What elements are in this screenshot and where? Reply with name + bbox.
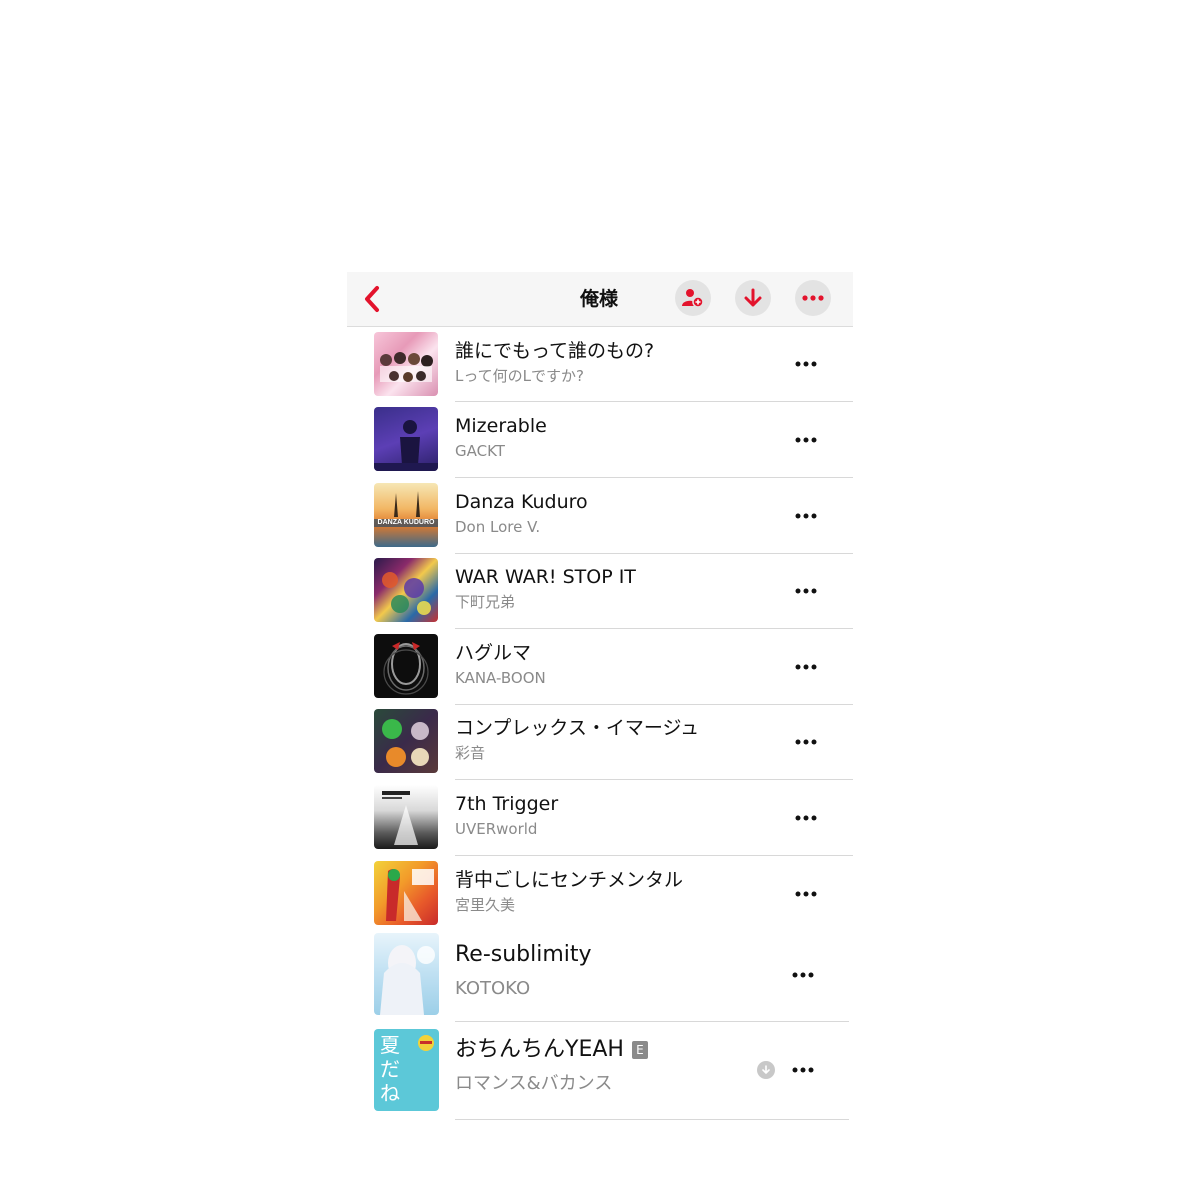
album-artwork [374,558,438,622]
album-artwork: 夏だね [374,1029,439,1111]
album-artwork [374,332,438,396]
song-more-button[interactable] [791,506,821,526]
more-icon [795,588,817,594]
album-artwork [374,785,438,849]
song-title: 誰にでもって誰のもの? [455,340,655,362]
artwork-caption: DANZA KUDURO [377,519,435,526]
download-icon [744,288,762,307]
add-person-icon [682,289,704,308]
back-button[interactable] [357,282,387,316]
more-icon [795,437,817,443]
song-artist: GACKT [455,442,505,460]
song-title-text: おちんちんYEAH [455,1037,624,1062]
song-more-button[interactable] [791,884,821,904]
more-icon [795,361,817,367]
song-artist: KOTOKO [455,978,531,999]
song-more-button[interactable] [791,808,821,828]
album-artwork [374,634,438,698]
more-icon [802,295,824,301]
song-artist: 下町兄弟 [455,593,516,611]
song-title: Re-sublimity [455,942,592,967]
song-artist: 宮里久美 [455,896,516,914]
song-title: ハグルマ [455,642,532,664]
more-options-button[interactable] [795,280,831,316]
song-title: Mizerable [455,415,547,437]
more-icon [795,513,817,519]
album-artwork [374,933,439,1015]
more-icon [795,739,817,745]
song-artist: Lって何のLですか? [455,367,584,385]
download-button[interactable] [735,280,771,316]
song-artist: KANA-BOON [455,669,546,687]
navigation-bar: 俺様 [347,272,853,327]
song-row[interactable]: WAR WAR! STOP IT 下町兄弟 [347,553,853,629]
song-title: おちんちんYEAH E [455,1036,775,1064]
song-row[interactable]: 誰にでもって誰のもの? Lって何のLですか? [347,327,853,402]
song-more-button[interactable] [791,732,821,752]
song-artist: 彩音 [455,744,486,762]
song-row[interactable]: Re-sublimity KOTOKO [347,931,853,1022]
artwork-caption: 夏だね [380,1033,400,1105]
song-artist: Don Lore V. [455,518,541,536]
album-artwork [374,407,438,471]
song-more-button[interactable] [791,581,821,601]
explicit-badge: E [631,1041,648,1059]
row-divider [455,1119,849,1120]
song-title: Danza Kuduro [455,491,588,513]
song-title: 背中ごしにセンチメンタル [455,869,684,891]
song-title: コンプレックス・イマージュ [455,717,700,739]
more-icon [795,815,817,821]
song-more-button[interactable] [788,965,818,985]
more-icon [792,1067,814,1073]
song-artist: ロマンス&バカンス [455,1073,613,1094]
song-more-button[interactable] [791,430,821,450]
album-artwork [374,861,438,925]
song-row[interactable]: ハグルマ KANA-BOON [347,629,853,705]
music-playlist-screen: 俺様 誰にでもって誰のもの? Lって何のLですか? Mizerable GACK… [347,272,853,1132]
song-more-button[interactable] [788,1060,818,1080]
more-icon [795,664,817,670]
album-artwork: DANZA KUDURO [374,483,438,547]
song-more-button[interactable] [791,657,821,677]
song-row[interactable]: DANZA KUDURO Danza Kuduro Don Lore V. [347,478,853,554]
song-row[interactable]: Mizerable GACKT [347,402,853,478]
song-row[interactable]: 夏だね おちんちんYEAH E ロマンス&バカンス [347,1022,853,1120]
more-icon [792,972,814,978]
album-artwork [374,709,438,773]
song-row[interactable]: 7th Trigger UVERworld [347,780,853,856]
more-icon [795,891,817,897]
playlist-title: 俺様 [579,288,618,310]
song-row[interactable]: コンプレックス・イマージュ 彩音 [347,704,853,780]
add-collaborator-button[interactable] [675,280,711,316]
song-row[interactable]: 背中ごしにセンチメンタル 宮里久美 [347,856,853,931]
song-artist: UVERworld [455,820,538,838]
song-title: WAR WAR! STOP IT [455,566,636,588]
downloaded-icon [757,1061,775,1079]
song-title: 7th Trigger [455,793,559,815]
chevron-left-icon [365,286,379,312]
song-more-button[interactable] [791,354,821,374]
